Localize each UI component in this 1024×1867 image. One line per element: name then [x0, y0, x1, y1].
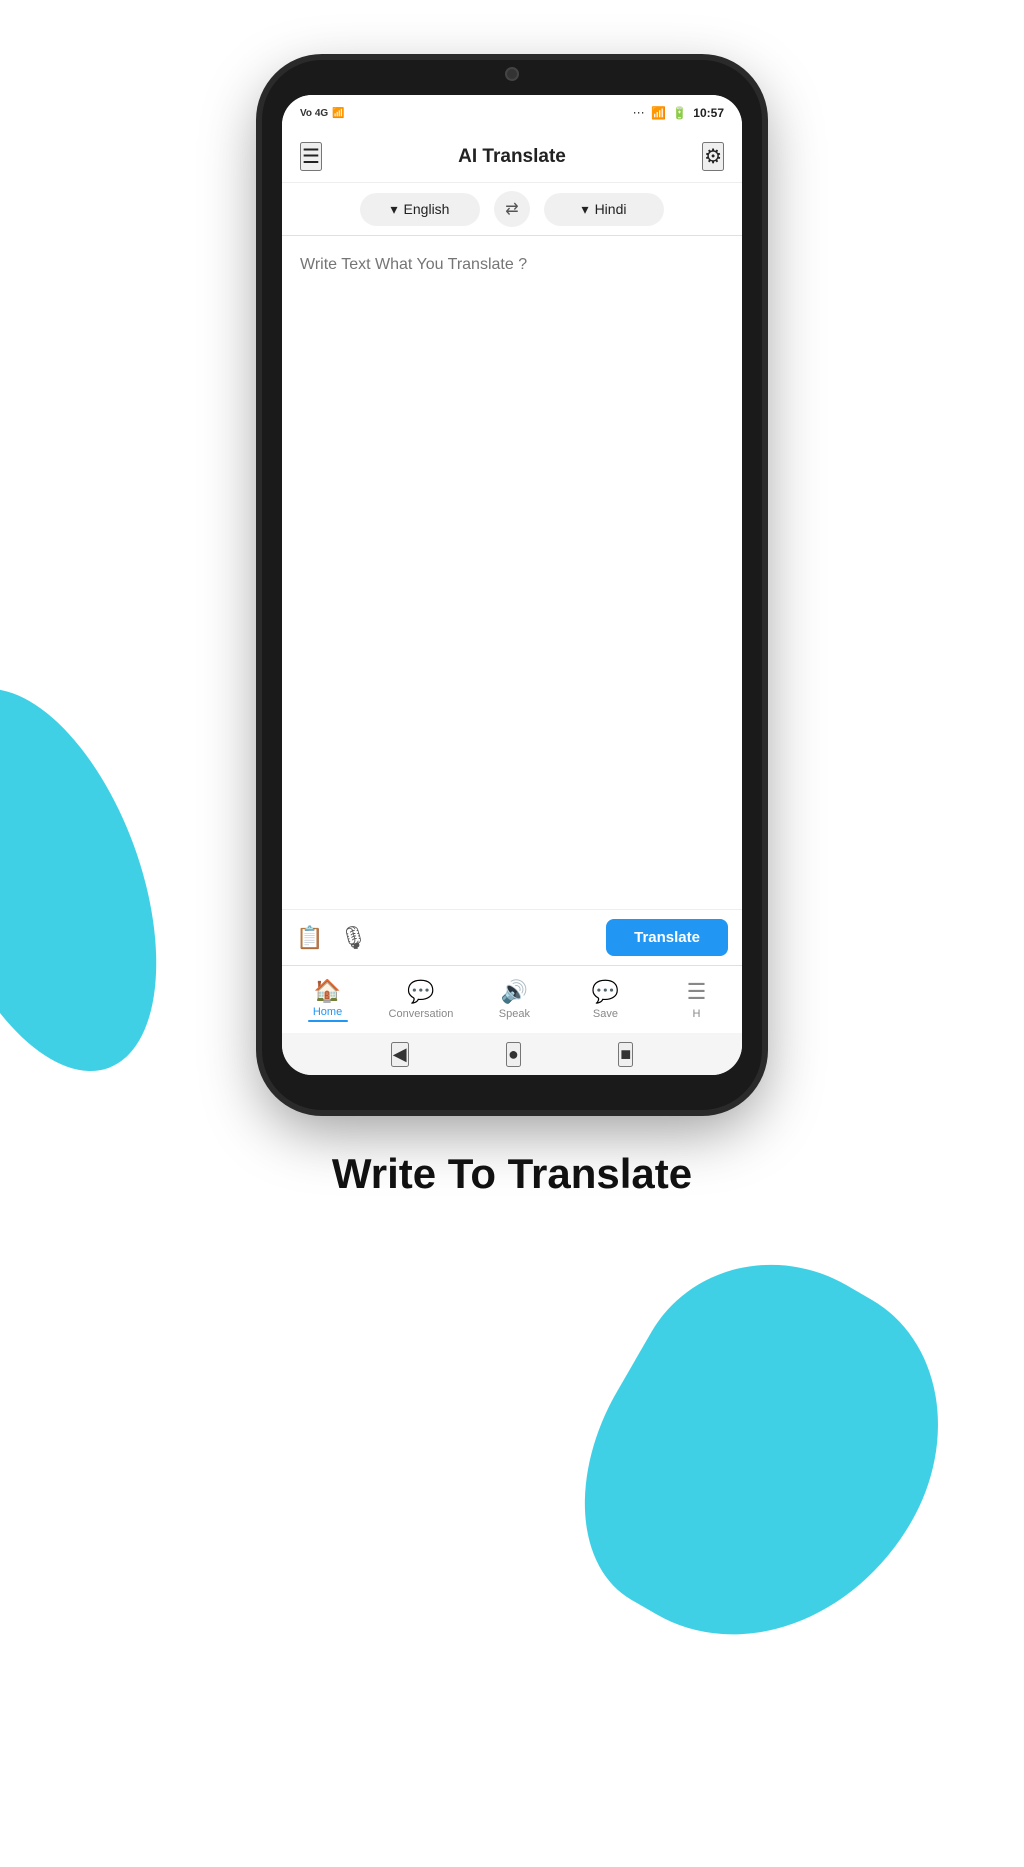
clock: 10:57	[693, 106, 724, 120]
swap-languages-button[interactable]: ⇄	[494, 191, 530, 227]
save-label: Save	[593, 1008, 618, 1020]
bg-swoosh-left	[0, 658, 202, 1102]
bg-swoosh-right	[530, 1212, 997, 1701]
notch	[472, 60, 552, 88]
page-caption: Write To Translate	[332, 1150, 692, 1198]
target-language-button[interactable]: ▾ Hindi	[544, 193, 664, 226]
speak-icon: 🔊	[501, 979, 528, 1005]
active-indicator	[308, 1020, 348, 1022]
translation-input[interactable]	[282, 236, 742, 909]
clipboard-icon: 📋	[296, 925, 323, 950]
microphone-button[interactable]: 🎙	[339, 925, 367, 951]
signal-bars: 📶	[332, 108, 344, 119]
nav-item-home[interactable]: 🏠 Home	[298, 978, 358, 1022]
network-icon: Vo 4G	[300, 108, 328, 119]
back-button[interactable]: ◀	[391, 1042, 409, 1067]
recents-button[interactable]: ■	[618, 1042, 633, 1067]
save-icon: 💬	[592, 979, 619, 1005]
app-title: AI Translate	[458, 146, 566, 168]
source-language-button[interactable]: ▾ English	[360, 193, 480, 226]
source-chevron-icon: ▾	[391, 201, 398, 218]
speak-label: Speak	[499, 1008, 530, 1020]
status-left-icons: Vo 4G 📶	[300, 108, 345, 119]
nav-item-speak[interactable]: 🔊 Speak	[484, 979, 544, 1020]
target-chevron-icon: ▾	[582, 201, 589, 218]
nav-item-save[interactable]: 💬 Save	[575, 979, 635, 1020]
status-bar: Vo 4G 📶 ··· 📶 🔋 10:57	[282, 95, 742, 131]
mic-icon: 🎙	[339, 925, 367, 950]
input-icon-group: 📋 🎙	[296, 925, 367, 951]
android-nav-bar: ◀ ● ■	[282, 1033, 742, 1075]
wifi-icon: 📶	[651, 106, 666, 120]
phone-screen: Vo 4G 📶 ··· 📶 🔋 10:57 ☰ AI Translate ⚙	[282, 95, 742, 1075]
swap-icon: ⇄	[505, 199, 518, 219]
target-language-label: Hindi	[595, 201, 627, 217]
phone-shell: Vo 4G 📶 ··· 📶 🔋 10:57 ☰ AI Translate ⚙	[262, 60, 762, 1110]
home-icon: 🏠	[314, 978, 341, 1004]
conversation-label: Conversation	[389, 1008, 454, 1020]
nav-item-more[interactable]: ☰ H	[666, 979, 726, 1020]
more-icon: ☰	[687, 979, 707, 1005]
source-language-label: English	[404, 201, 450, 217]
clipboard-button[interactable]: 📋	[296, 925, 323, 951]
language-bar: ▾ English ⇄ ▾ Hindi	[282, 183, 742, 235]
nav-item-conversation[interactable]: 💬 Conversation	[389, 979, 454, 1020]
translate-button[interactable]: Translate	[606, 919, 728, 956]
status-right: ··· 📶 🔋 10:57	[633, 106, 724, 120]
bottom-nav: 🏠 Home 💬 Conversation 🔊 Speak 💬 Save	[282, 965, 742, 1033]
app-bar: ☰ AI Translate ⚙	[282, 131, 742, 183]
settings-button[interactable]: ⚙	[702, 142, 724, 171]
text-area-wrapper: 📋 🎙 Translate	[282, 235, 742, 965]
home-button[interactable]: ●	[506, 1042, 521, 1067]
battery-icon: 🔋	[672, 106, 687, 120]
camera-notch	[505, 67, 519, 81]
hamburger-button[interactable]: ☰	[300, 142, 322, 171]
input-toolbar: 📋 🎙 Translate	[282, 909, 742, 965]
home-label: Home	[313, 1006, 342, 1018]
more-label: H	[692, 1008, 700, 1020]
signal-dots: ···	[633, 108, 645, 118]
conversation-icon: 💬	[407, 979, 434, 1005]
phone-wrapper: Vo 4G 📶 ··· 📶 🔋 10:57 ☰ AI Translate ⚙	[262, 60, 762, 1110]
